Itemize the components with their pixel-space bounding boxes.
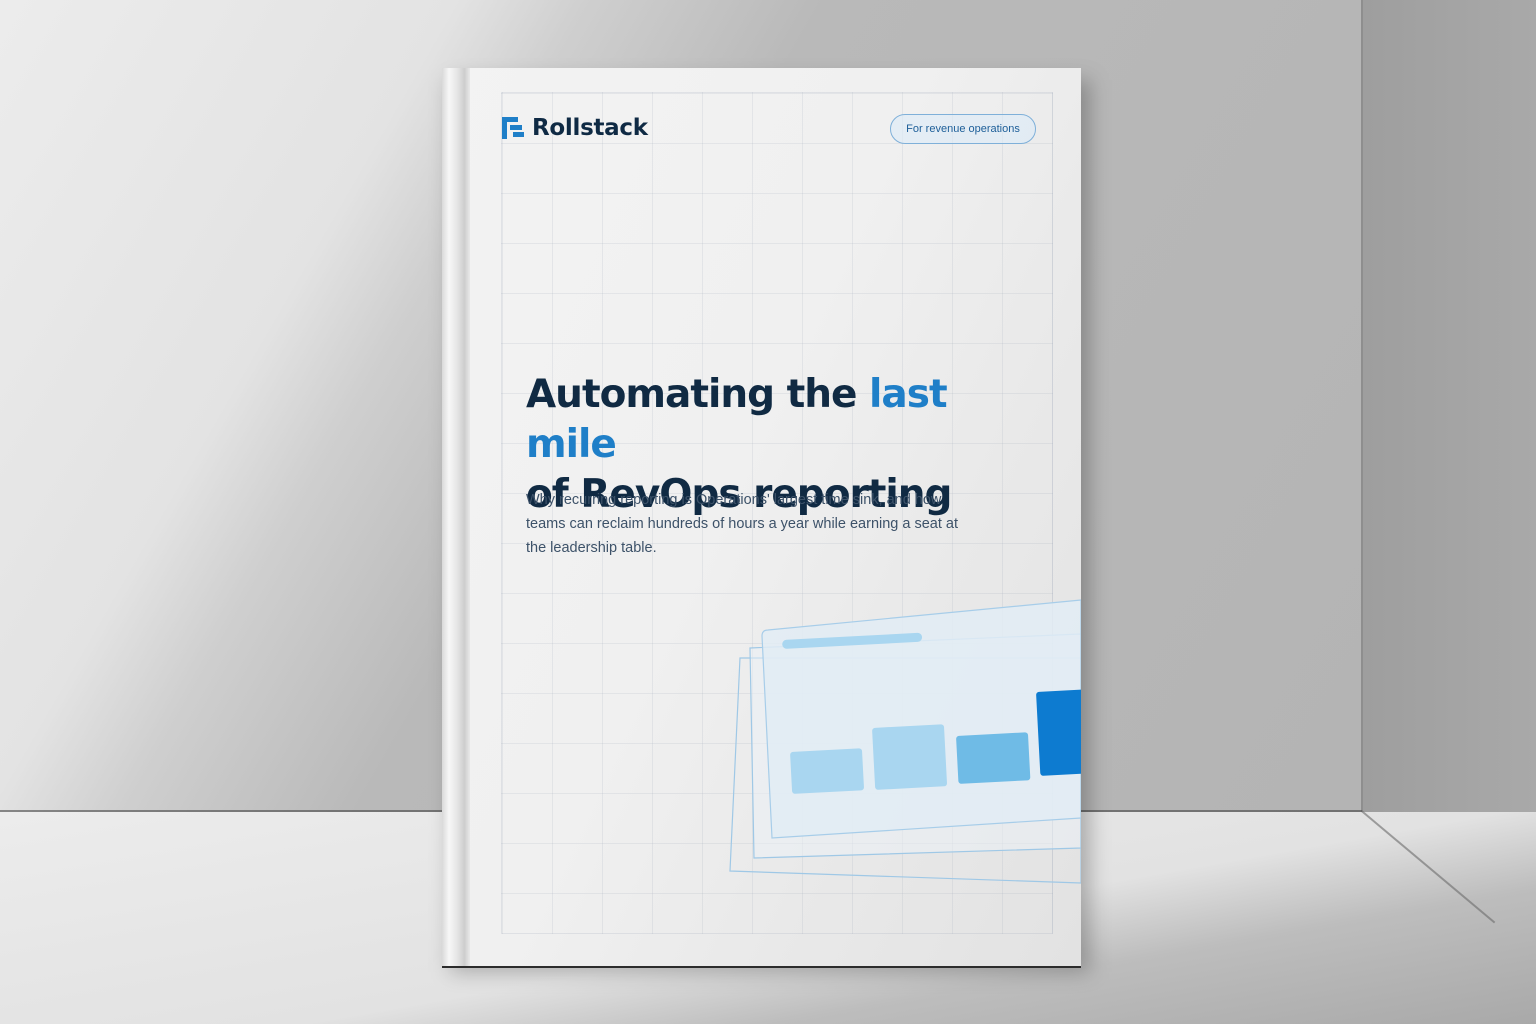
brand-logo: Rollstack — [502, 114, 648, 142]
rollstack-logo-icon — [502, 117, 524, 139]
brand-name: Rollstack — [532, 115, 648, 141]
title-part-1: Automating the — [526, 372, 870, 417]
report-cards-illustration — [729, 599, 1081, 884]
scene: Rollstack For revenue operations Automat… — [0, 0, 1536, 1024]
book-spine — [442, 68, 470, 966]
chart-bar-2 — [872, 724, 947, 790]
side-wall — [1362, 0, 1536, 812]
chart-bar-1 — [790, 748, 864, 794]
book-cover: Rollstack For revenue operations Automat… — [442, 68, 1081, 966]
front-card — [761, 599, 1081, 839]
cover-subtitle: Why recurring reporting is Operations' l… — [526, 492, 959, 556]
chart-bar-4 — [1036, 689, 1081, 776]
wall-corner — [1361, 0, 1363, 812]
audience-tag: For revenue operations — [890, 114, 1036, 144]
chart-bar-3 — [956, 732, 1031, 784]
